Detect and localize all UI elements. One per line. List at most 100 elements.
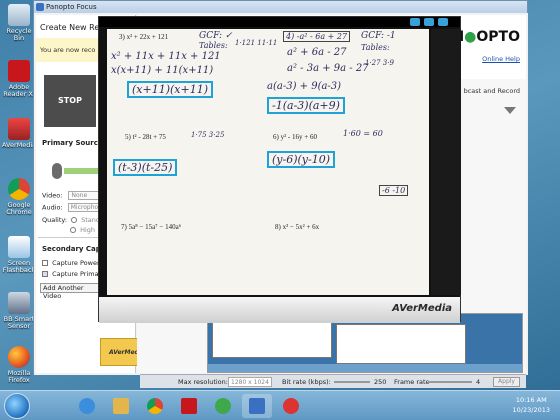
avermedia-icon (283, 398, 299, 414)
taskbar-explorer[interactable] (106, 394, 136, 418)
problem-3-factors: 1·121 11·11 (235, 39, 278, 47)
desktop-icon-label: Recycle Bin (6, 27, 32, 42)
bitrate-label: Bit rate (kbps): (282, 378, 331, 386)
problem-3-tables: Tables: (199, 41, 228, 50)
camera-footer: AVerMedia (99, 297, 460, 323)
close-icon[interactable] (438, 18, 448, 26)
capture-primary-row: Capture Primary (42, 270, 105, 278)
problem-4-gcf: GCF: -1 (361, 31, 396, 41)
quality-standard-radio[interactable] (71, 217, 78, 223)
taskbar-avermedia[interactable] (276, 394, 306, 418)
desktop-icon-label: Google Chrome (6, 201, 32, 216)
taskbar-chrome[interactable] (140, 394, 170, 418)
desktop-icon-label: Screen Flashback (2, 259, 36, 274)
desktop-icon-label: Mozilla Firefox (7, 369, 31, 384)
online-help-link[interactable]: Online Help (482, 55, 520, 63)
quality-high-label: High (80, 226, 96, 234)
taskbar-media[interactable] (208, 394, 238, 418)
taskbar-clock[interactable]: 10:16 AM 10/23/2013 (513, 395, 550, 415)
add-another-video-button[interactable]: Add Another Video (40, 283, 102, 300)
primary-source-heading: Primary Source (42, 139, 103, 147)
framerate-label: Frame rate (394, 378, 430, 386)
framerate-slider[interactable] (428, 381, 472, 383)
taskbar-adobe[interactable] (174, 394, 204, 418)
problem-4-step1: a² + 6a - 27 (287, 47, 347, 58)
document-camera-window: 3) x² + 22x + 121 GCF: ✓ Tables: 1·121 1… (98, 16, 461, 323)
start-button[interactable] (4, 393, 30, 419)
bitrate-value: 250 (374, 378, 387, 386)
desktop-icon-recycle-bin[interactable]: Recycle Bin (2, 4, 36, 42)
media-player-icon (215, 398, 231, 414)
apply-button[interactable]: Apply (493, 377, 520, 387)
problem-3-step2: x(x+11) + 11(x+11) (111, 65, 214, 76)
desktop-icon-chrome[interactable]: Google Chrome (2, 178, 36, 216)
panopto-icon (249, 398, 265, 414)
problem-5-factors: 1·75 3·25 (191, 131, 225, 139)
capture-powerpoint-label: Capture PowerP (52, 259, 104, 267)
problem-7-prompt: 7) 5a⁸ − 15a⁷ − 140a⁶ (121, 223, 182, 231)
problem-4-prompt: 4) -a² - 6a + 27 (283, 31, 351, 42)
problem-6-prompt: 6) y² - 16y + 60 (273, 133, 317, 141)
problem-3-step1: x² + 11x + 11x + 121 (111, 51, 221, 62)
internet-explorer-icon (79, 398, 95, 414)
adobe-icon (181, 398, 197, 414)
desktop-icon-smart[interactable]: BB Smart Sensor (2, 292, 36, 330)
maximize-icon[interactable] (424, 18, 434, 26)
chrome-icon (147, 398, 163, 414)
capture-primary-checkbox[interactable] (42, 271, 48, 277)
desktop-icon-label: BB Smart Sensor (3, 315, 35, 330)
problem-3-answer: (x+11)(x+11) (127, 81, 214, 98)
capture-powerpoint-checkbox[interactable] (42, 260, 48, 266)
preview-taskbar (208, 364, 522, 372)
stop-button[interactable]: STOP (44, 75, 96, 127)
desktop-icon-firefox[interactable]: Mozilla Firefox (2, 346, 36, 384)
problem-8-prompt: 8) x³ − 5x² + 6x (275, 223, 320, 231)
system-tray[interactable] (486, 402, 510, 410)
problem-4-step3: a(a-3) + 9(a-3) (267, 81, 342, 92)
capture-settings-bar: Max resolution: 1280 x 1024 Bit rate (kb… (140, 374, 526, 388)
microphone-icon (52, 163, 62, 179)
logo-circle: ● (464, 29, 477, 45)
problem-5-answer: (t-3)(t-25) (113, 159, 178, 176)
problem-4-answer: -1(a-3)(a+9) (267, 97, 345, 114)
worksheet-image: 3) x² + 22x + 121 GCF: ✓ Tables: 1·121 1… (107, 29, 429, 295)
logo-right: OPTO (476, 29, 520, 45)
problem-4-factors: 1·27 3·9 (365, 59, 394, 67)
max-resolution-select[interactable]: 1280 x 1024 (228, 377, 272, 387)
quality-high-radio[interactable] (70, 227, 76, 233)
panopto-titlebar[interactable]: Panopto Focus (34, 1, 527, 13)
camera-border (431, 29, 461, 295)
capture-powerpoint-row: Capture PowerP (42, 259, 104, 267)
camera-titlebar[interactable] (99, 17, 460, 27)
chrome-icon (8, 178, 30, 200)
preview-window (336, 324, 466, 364)
desktop-icon-avermedia[interactable]: AVerMedia (2, 118, 36, 149)
folder-icon (113, 398, 129, 414)
clock-time: 10:16 AM (515, 396, 547, 404)
clock-date: 10/23/2013 (512, 406, 550, 414)
problem-3-prompt: 3) x² + 22x + 121 (119, 33, 169, 41)
bitrate-slider[interactable] (334, 381, 370, 383)
taskbar-ie[interactable] (72, 394, 102, 418)
quality-label: Quality: (42, 216, 67, 224)
chevron-down-icon[interactable] (504, 107, 516, 114)
preview-window (212, 318, 332, 358)
webcast-and-record-label: bcast and Record (463, 87, 520, 95)
max-resolution-label: Max resolution: (178, 378, 228, 386)
desktop-icon-label: Adobe Reader XI (3, 83, 35, 98)
problem-6-pick: -6 -10 (379, 185, 409, 196)
desktop-icon-adobe-reader[interactable]: Adobe Reader XI (2, 60, 36, 98)
recycle-bin-icon (8, 4, 30, 26)
problem-4-tables: Tables: (361, 43, 390, 52)
problem-5-prompt: 5) t² - 28t + 75 (125, 133, 166, 141)
smart-board-icon (8, 292, 30, 314)
adobe-reader-icon (8, 60, 30, 82)
taskbar: 10:16 AM 10/23/2013 (0, 390, 560, 420)
minimize-icon[interactable] (410, 18, 420, 26)
problem-4-step2: a² - 3a + 9a - 27 (287, 63, 369, 74)
taskbar-panopto[interactable] (242, 394, 272, 418)
quality-row: Quality: Standa (42, 216, 104, 224)
panopto-logo: N●OPTO (452, 29, 520, 45)
desktop-icon-screen-flashback[interactable]: Screen Flashback (2, 236, 36, 274)
framerate-value: 4 (476, 378, 481, 386)
